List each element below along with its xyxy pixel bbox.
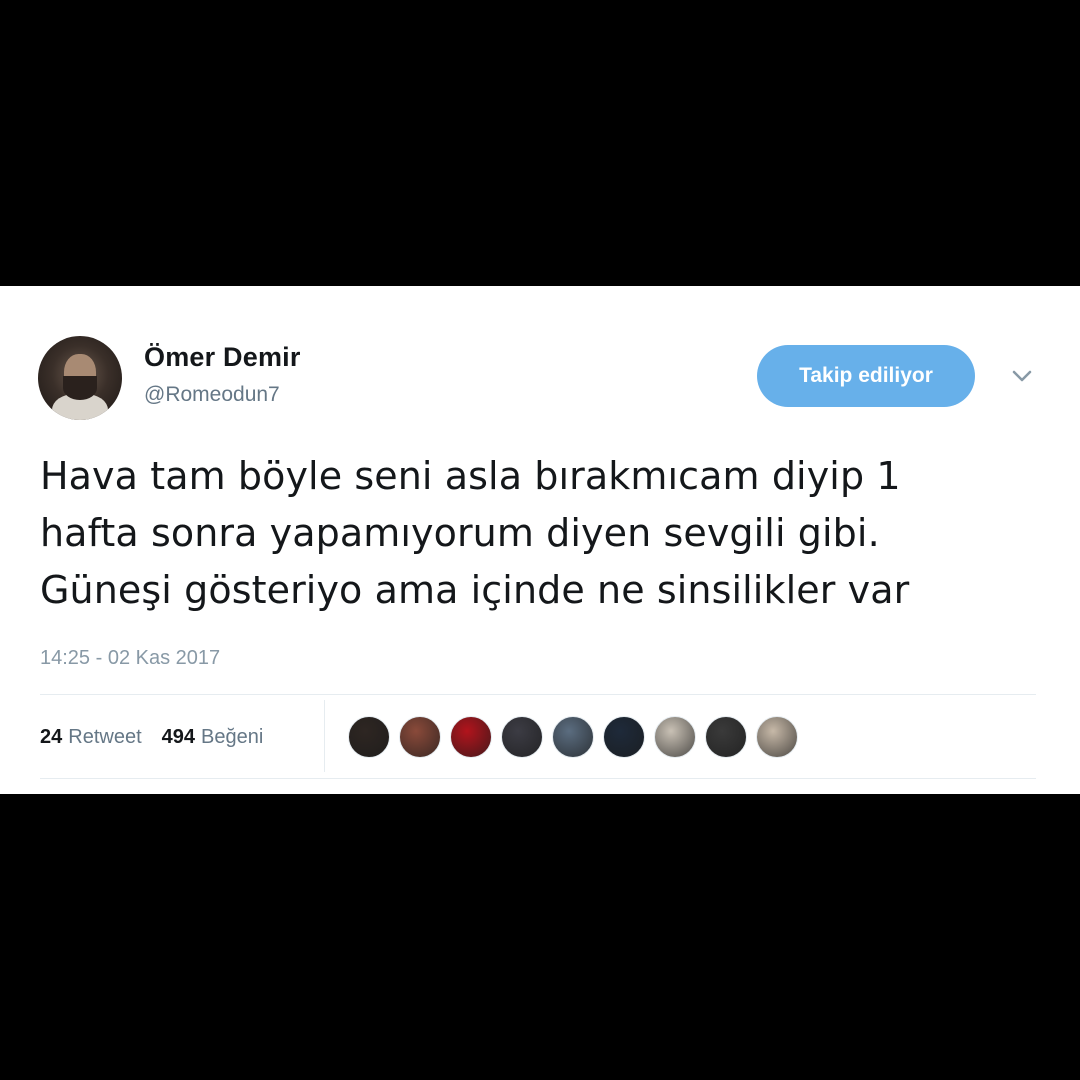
liker-avatar[interactable] <box>450 716 492 758</box>
author-handle[interactable]: @Romeodun7 <box>144 383 280 407</box>
liker-avatar[interactable] <box>399 716 441 758</box>
like-count: 494 <box>161 725 195 748</box>
liker-avatar[interactable] <box>552 716 594 758</box>
liker-avatars <box>348 716 807 758</box>
retweet-count: 24 <box>40 725 63 748</box>
tweet-card: Ömer Demir @Romeodun7 Takip ediliyor Hav… <box>0 286 1080 794</box>
retweet-label: Retweet <box>68 725 142 748</box>
like-label: Beğeni <box>201 725 264 748</box>
chevron-down-icon[interactable] <box>1008 366 1036 386</box>
liker-avatar[interactable] <box>654 716 696 758</box>
divider-bottom <box>40 778 1036 779</box>
liker-avatar[interactable] <box>705 716 747 758</box>
divider-top <box>40 694 1036 695</box>
author-name[interactable]: Ömer Demir <box>144 342 301 373</box>
retweet-stat[interactable]: 24 Retweet <box>40 726 142 749</box>
like-stat[interactable]: 494 Beğeni <box>162 726 264 749</box>
stats-separator <box>324 700 325 772</box>
tweet-timestamp[interactable]: 14:25 - 02 Kas 2017 <box>40 647 220 670</box>
tweet-stats: 24 Retweet 494 Beğeni <box>40 722 283 752</box>
avatar-beard <box>63 376 97 400</box>
liker-avatar[interactable] <box>348 716 390 758</box>
liker-avatar[interactable] <box>501 716 543 758</box>
liker-avatar[interactable] <box>603 716 645 758</box>
tweet-text: Hava tam böyle seni asla bırakmıcam diyi… <box>40 454 910 612</box>
user-avatar[interactable] <box>38 336 122 420</box>
liker-avatar[interactable] <box>756 716 798 758</box>
following-button[interactable]: Takip ediliyor <box>757 345 975 407</box>
